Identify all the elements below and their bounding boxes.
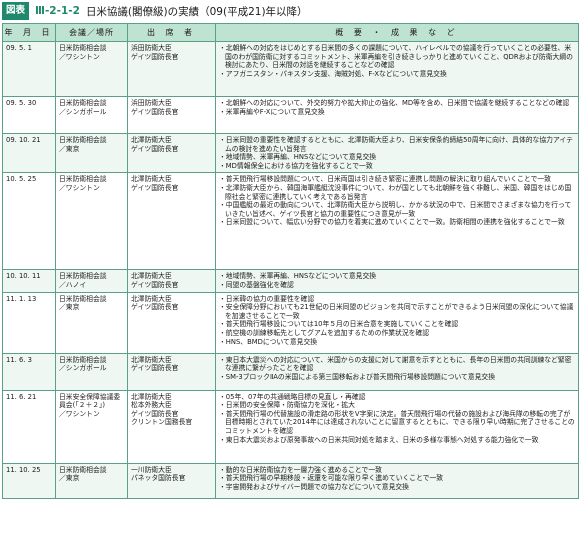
outcome-item: ・北朝鮮への対応について、外交的努力や拡大抑止の強化、MD等を含め、日米間で協議… (219, 99, 570, 107)
table-row: 11. 6. 21 日米安全保障協議委員会(「２＋２」) ／ワシントン 北澤防衛大臣松… (2, 389, 579, 464)
cell-meeting: 日米防衛相会談 ／ワシントン (55, 41, 128, 97)
cell-attendees: 浜田防衛大臣 ゲイツ国防長官 (127, 96, 216, 134)
figure-title-bar: 図表 Ⅲ-2-1-2 日米協議(閣僚級)の実績（09(平成21)年以降） (0, 0, 580, 22)
header-outcomes: 概 要 ・ 成 果 な ど (215, 23, 579, 42)
outcome-item: ・HNS、BMDについて意見交換 (219, 337, 318, 346)
outcome-item: ・普天間飛行場移設問題について、日米両国は引き続き緊密に連携し問題の解決に取り組… (219, 175, 551, 184)
outcome-item: ・普天間飛行場移設については10年５月の日米合意を実施していくことを確認 (219, 320, 459, 329)
cell-attendees: 北澤防衛大臣 ゲイツ国防長官 (127, 172, 216, 271)
table-row: 11. 6. 3 日米防衛相会談 ／シンガポール 北澤防衛大臣 ゲイツ国防長官 ・東日本大… (2, 352, 579, 391)
cell-attendees: 北澤防衛大臣 ゲイツ国防長官 (127, 269, 216, 293)
cell-date: 10. 5. 25 (2, 172, 56, 271)
outcome-item: ・地域情勢、米軍再編、HNSなどについて意見交換 (219, 272, 377, 281)
outcome-item: ・日米韓の協力の重要性を確認 (219, 294, 315, 303)
outcome-item: ・北澤防衛大臣から、韓国海軍艦艇沈没事件について、わが国としても北朝鮮を強く非難… (219, 183, 572, 201)
cell-date: 11. 1. 13 (2, 291, 56, 354)
cell-date: 09. 5. 30 (2, 96, 56, 134)
outcome-item: ・普天間飛行場の代替施設の滑走路の形状をV字案に決定。普天間飛行場の代替の施設お… (219, 409, 575, 435)
cell-outcomes: ・日米同盟の重要性を確認するとともに、北澤防衛大臣より、日米安保条約締結50周年… (215, 132, 579, 174)
outcome-item: ・米軍再編やF-Xについて意見交換 (219, 107, 325, 116)
outcome-item: ・東日本大震災への対応について、米国からの支援に対して謝意を示すとともに、長年の… (219, 355, 572, 373)
cell-outcomes: ・動的な日米防衛協力を一層力強く進めることで一致 ・普天間飛行場の早期移設・返還を… (215, 462, 579, 499)
outcome-item: ・日米同盟について、幅広い分野での協力を着実に進めていくことで一致。防衛相間の連… (219, 218, 565, 227)
cell-meeting: 日米安全保障協議委員会(「２＋２」) ／ワシントン (55, 389, 128, 464)
cell-meeting: 日米防衛相会談 ／ワシントン (55, 172, 128, 271)
cell-outcomes: ・地域情勢、米軍再編、HNSなどについて意見交換 ・同盟の基盤強化を確認 (215, 269, 579, 293)
cell-attendees: 一川防衛大臣 パネッタ国防長官 (127, 462, 216, 499)
table-header-row: 年 月 日 会議／場所 出 席 者 概 要 ・ 成 果 な ど (2, 23, 579, 42)
outcome-item: ・宇宙開発およびサイバー問題での協力などについて意見交換 (219, 482, 409, 491)
cell-attendees: 北澤防衛大臣 松本外務大臣 ゲイツ国防長官 クリントン国務長官 (127, 389, 216, 464)
meetings-table: 年 月 日 会議／場所 出 席 者 概 要 ・ 成 果 な ど 09. 5. 1… (2, 23, 579, 499)
cell-outcomes: ・東日本大震災への対応について、米国からの支援に対して謝意を示すとともに、長年の… (215, 352, 579, 391)
outcome-item: ・安全保障分野においても21世紀の日米同盟のビジョンを共同で示すことができるよう… (219, 303, 574, 320)
cell-meeting: 日米防衛相会談 ／東京 (55, 291, 128, 354)
outcome-item: ・北朝鮮への対応をはじめとする日米間の多くの課題について、ハイレベルでの協議を行… (219, 44, 573, 70)
figure-badge: 図表 (2, 2, 30, 20)
outcome-item: ・東日本大震災および原発事故への日米共同対処を踏まえ、日米の多様な事態へ対処する… (219, 435, 539, 444)
outcome-item: ・普天間飛行場の早期移設・返還を可能な限り早く進めていくことで一致 (219, 474, 444, 483)
cell-meeting: 日米防衛相会談 ／東京 (55, 462, 128, 499)
table-row: 09. 5. 1 日米防衛相会談 ／ワシントン 浜田防衛大臣 ゲイツ国防長官 ・北朝鮮への… (2, 41, 579, 97)
outcome-item: ・地域情勢、米軍再編、HNSなどについて意見交換 (219, 153, 377, 162)
cell-attendees: 北澤防衛大臣 ゲイツ国防長官 (127, 291, 216, 354)
cell-meeting: 日米防衛相会談 ／東京 (55, 132, 128, 174)
cell-meeting: 日米防衛相会談 ／シンガポール (55, 96, 128, 134)
table-row: 11. 10. 25 日米防衛相会談 ／東京 一川防衛大臣 パネッタ国防長官 ・動的な日米… (2, 462, 579, 499)
cell-meeting: 日米防衛相会談 ／ハノイ (55, 269, 128, 293)
cell-outcomes: ・北朝鮮への対応をはじめとする日米間の多くの課題について、ハイレベルでの協議を行… (215, 41, 579, 97)
cell-outcomes: ・普天間飛行場移設問題について、日米両国は引き続き緊密に連携し問題の解決に取り組… (215, 172, 579, 271)
outcome-item: ・MD情報保全における協力を強化することで一致 (219, 161, 373, 170)
figure-title: 日米協議(閣僚級)の実績（09(平成21)年以降） (85, 5, 308, 18)
cell-date: 11. 10. 25 (2, 462, 56, 499)
cell-outcomes: ・日米韓の協力の重要性を確認 ・安全保障分野においても21世紀の日米同盟のビジョン… (215, 291, 579, 354)
figure-number: Ⅲ-2-1-2 (35, 5, 80, 17)
cell-date: 09. 10. 21 (2, 132, 56, 174)
cell-attendees: 北澤防衛大臣 ゲイツ国防長官 (127, 132, 216, 174)
header-meeting: 会議／場所 (55, 23, 128, 42)
cell-outcomes: ・北朝鮮への対応について、外交的努力や拡大抑止の強化、MD等を含め、日米間で協議… (215, 96, 579, 134)
table-row: 10. 10. 11 日米防衛相会談 ／ハノイ 北澤防衛大臣 ゲイツ国防長官 ・地域情勢、… (2, 269, 579, 293)
cell-meeting: 日米防衛相会談 ／シンガポール (55, 352, 128, 391)
outcome-item: ・同盟の基盤強化を確認 (219, 280, 294, 289)
outcome-item: ・05年、07年の共通戦略目標の見直し・再確認 (219, 392, 366, 401)
outcome-item: ・日米同盟の重要性を確認するとともに、北澤防衛大臣より、日米安保条約締結50周年… (219, 136, 573, 153)
table-row: 11. 1. 13 日米防衛相会談 ／東京 北澤防衛大臣 ゲイツ国防長官 ・日米韓の協力の… (2, 291, 579, 354)
cell-date: 09. 5. 1 (2, 41, 56, 97)
header-attendees: 出 席 者 (127, 23, 216, 42)
outcome-item: ・日米間の安全保障・防衛協力を深化・拡大 (219, 401, 355, 410)
table-row: 10. 5. 25 日米防衛相会談 ／ワシントン 北澤防衛大臣 ゲイツ国防長官 ・普天間飛… (2, 172, 579, 271)
cell-date: 11. 6. 3 (2, 352, 56, 391)
cell-attendees: 浜田防衛大臣 ゲイツ国防長官 (127, 41, 216, 97)
outcome-item: ・アフガニスタン・パキスタン支援、海賊対処、F-Xなどについて意見交換 (219, 69, 447, 78)
table-row: 09. 5. 30 日米防衛相会談 ／シンガポール 浜田防衛大臣 ゲイツ国防長官 ・北朝鮮… (2, 96, 579, 134)
outcome-item: ・航空機の訓練移転先としてグアムを追加するための作業状況を確認 (219, 328, 430, 337)
header-date: 年 月 日 (2, 23, 56, 42)
table-row: 09. 10. 21 日米防衛相会談 ／東京 北澤防衛大臣 ゲイツ国防長官 ・日米同盟の重… (2, 132, 579, 174)
outcome-item: ・SM-3ブロックⅡAの米国による第三国移転および普天間飛行場移設問題について意… (219, 372, 496, 381)
cell-date: 11. 6. 21 (2, 389, 56, 464)
cell-attendees: 北澤防衛大臣 ゲイツ国防長官 (127, 352, 216, 391)
cell-date: 10. 10. 11 (2, 269, 56, 293)
outcome-item: ・中国艦艇の最近の動向について、北澤防衛大臣から説明し、かかる状況の中で、日米間… (219, 201, 572, 218)
cell-outcomes: ・05年、07年の共通戦略目標の見直し・再確認 ・日米間の安全保障・防衛協力を深化… (215, 389, 579, 464)
outcome-item: ・動的な日米防衛協力を一層力強く進めることで一致 (219, 465, 382, 474)
